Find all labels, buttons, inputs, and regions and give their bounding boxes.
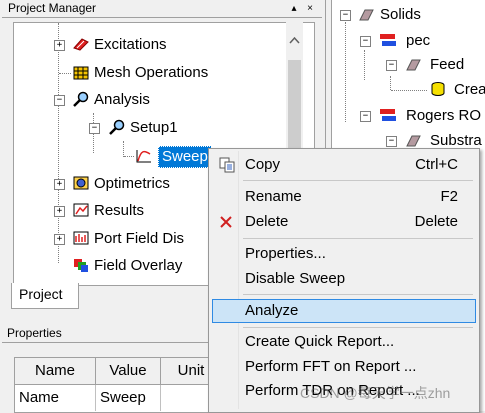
- tree-item-pec[interactable]: − pec: [332, 28, 485, 54]
- optimetrics-icon: [73, 176, 89, 190]
- menu-item-analyze[interactable]: Analyze: [212, 299, 476, 323]
- collapse-icon[interactable]: −: [360, 111, 371, 122]
- setup-icon: [109, 119, 125, 135]
- menu-item-shortcut: Ctrl+C: [415, 156, 458, 173]
- menu-item-label: Properties...: [245, 245, 326, 262]
- property-value-cell[interactable]: Sweep: [96, 385, 161, 411]
- scroll-up-icon[interactable]: [289, 36, 300, 44]
- menu-item-label: Copy: [245, 156, 281, 173]
- tree-item-label: Field Overlay: [94, 257, 183, 274]
- tree-item-mesh-operations[interactable]: Mesh Operations: [14, 60, 284, 86]
- project-manager-title: Project Manager: [8, 1, 97, 15]
- tree-item-rogers[interactable]: − Rogers RO: [332, 103, 485, 129]
- menu-item-create-quick-report[interactable]: Create Quick Report...: [212, 330, 476, 354]
- collapse-icon[interactable]: −: [340, 10, 351, 21]
- properties-title: Properties: [7, 326, 62, 340]
- menu-item-label: Disable Sweep: [245, 270, 346, 287]
- results-icon: [73, 203, 89, 217]
- pin-icon[interactable]: ▴: [288, 1, 300, 16]
- tree-item-label: Optimetrics: [94, 175, 170, 192]
- material-icon: [380, 34, 396, 46]
- column-header-name[interactable]: Name: [15, 358, 96, 385]
- column-header-value[interactable]: Value: [96, 358, 161, 385]
- expand-icon[interactable]: +: [54, 234, 65, 245]
- copy-icon: [219, 157, 235, 173]
- menu-separator: [243, 180, 473, 181]
- collapse-icon[interactable]: −: [54, 95, 65, 106]
- solid-icon: [406, 135, 421, 147]
- tree-connector: [391, 90, 427, 91]
- tree-item-label: Rogers RO: [406, 107, 482, 124]
- close-icon[interactable]: ×: [304, 1, 316, 16]
- watermark: CSDN @每天学一点zhn: [300, 385, 451, 401]
- menu-item-label: Perform FFT on Report ...: [245, 358, 417, 375]
- excitations-icon: [73, 38, 89, 51]
- tree-item-label: Analysis: [94, 91, 150, 108]
- tree-item-feed[interactable]: − Feed: [332, 52, 485, 78]
- solid-icon: [359, 9, 374, 21]
- menu-item-label: Create Quick Report...: [245, 333, 395, 350]
- collapse-icon[interactable]: −: [360, 36, 371, 47]
- menu-item-copy[interactable]: Copy Ctrl+C: [212, 153, 476, 177]
- menu-item-disable-sweep[interactable]: Disable Sweep: [212, 267, 476, 291]
- tree-item-analysis[interactable]: − Analysis: [14, 87, 284, 113]
- tree-item-excitations[interactable]: + Excitations: [14, 32, 284, 58]
- delete-icon: [220, 216, 232, 228]
- tree-item-label: Setup1: [130, 119, 178, 136]
- context-menu: Copy Ctrl+C Rename F2 Delete Delete Prop…: [208, 148, 480, 413]
- menu-item-properties[interactable]: Properties...: [212, 242, 476, 266]
- menu-separator: [243, 238, 473, 239]
- sweep-icon: [136, 150, 151, 163]
- tree-item-setup1[interactable]: − Setup1: [14, 115, 284, 141]
- menu-separator: [243, 327, 473, 328]
- menu-item-shortcut: Delete: [414, 213, 458, 230]
- tree-item-label: Excitations: [94, 36, 167, 53]
- menu-separator: [243, 294, 473, 295]
- collapse-icon[interactable]: −: [386, 136, 397, 147]
- analysis-icon: [73, 91, 89, 107]
- menu-item-label: Delete: [245, 213, 289, 230]
- tree-item-label: Crea: [454, 81, 485, 98]
- tree-item-label: Feed: [430, 56, 465, 73]
- tree-item-solids[interactable]: − Solids: [332, 2, 485, 28]
- tree-item-create[interactable]: Crea: [332, 77, 485, 103]
- scrollbar-thumb[interactable]: [288, 60, 301, 150]
- menu-item-shortcut: F2: [440, 188, 458, 205]
- tree-item-label: Solids: [380, 6, 421, 23]
- expand-icon[interactable]: +: [54, 179, 65, 190]
- expand-icon[interactable]: +: [54, 206, 65, 217]
- menu-item-perform-fft[interactable]: Perform FFT on Report ...: [212, 355, 476, 379]
- property-name-cell: Name: [15, 385, 96, 411]
- tree-connector: [59, 73, 71, 74]
- tab-project[interactable]: Project: [11, 283, 79, 309]
- cylinder-icon: [431, 82, 445, 96]
- solid-icon: [406, 59, 421, 71]
- project-manager-titlebar: Project Manager ▴ ×: [2, 0, 322, 18]
- tree-connector: [124, 156, 134, 157]
- port-field-icon: [73, 231, 89, 245]
- menu-item-label: Analyze: [245, 302, 299, 319]
- mesh-icon: [73, 66, 89, 80]
- field-overlay-icon: [74, 259, 88, 272]
- menu-item-rename[interactable]: Rename F2: [212, 185, 476, 209]
- menu-item-label: Rename: [245, 188, 302, 205]
- tree-item-label: pec: [406, 32, 431, 49]
- collapse-icon[interactable]: −: [386, 60, 397, 71]
- tab-label: Project: [19, 286, 63, 302]
- tree-item-label: Port Field Dis: [94, 230, 185, 247]
- tree-item-label: Mesh Operations: [94, 64, 209, 81]
- tree-item-label: Sweep: [158, 146, 212, 168]
- collapse-icon[interactable]: −: [89, 123, 100, 134]
- expand-icon[interactable]: +: [54, 40, 65, 51]
- menu-item-delete[interactable]: Delete Delete: [212, 210, 476, 234]
- material-icon: [380, 109, 396, 121]
- tree-item-label: Results: [94, 202, 145, 219]
